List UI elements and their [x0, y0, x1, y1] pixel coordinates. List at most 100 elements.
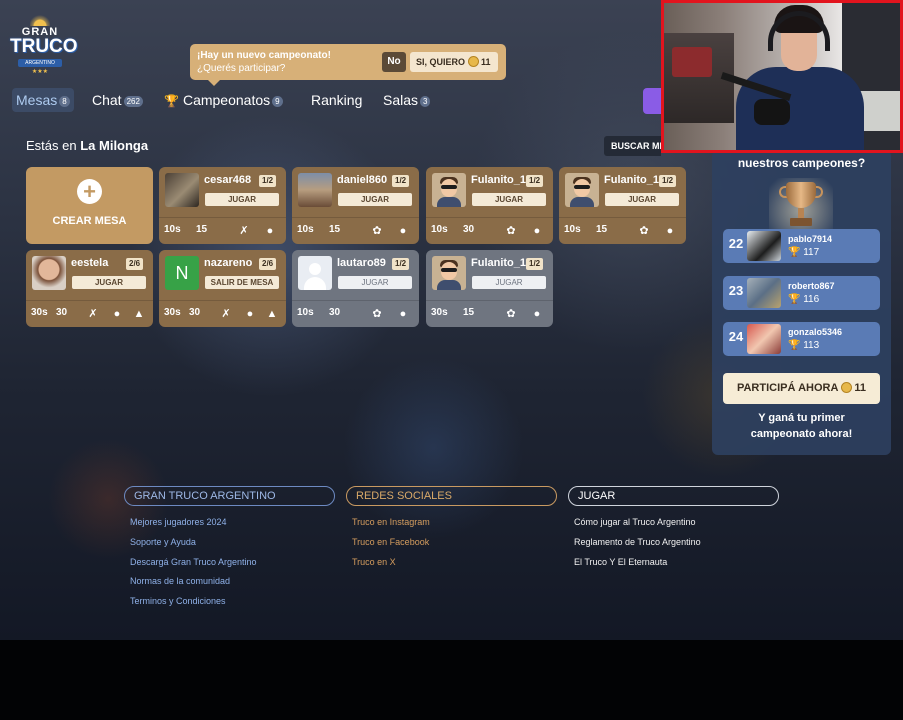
- table-card[interactable]: daniel860 1/2 JUGAR 10s 15 ✿ ●: [292, 167, 419, 244]
- table-card[interactable]: Fulanito_1 1/2 JUGAR 30s 15 ✿ ●: [426, 250, 553, 327]
- tab-chat[interactable]: Chat 262: [92, 88, 143, 112]
- champion-row[interactable]: 22 pablo7914 🏆 117: [723, 229, 880, 263]
- join-button[interactable]: JUGAR: [605, 193, 679, 206]
- create-table-button[interactable]: + CREAR MESA: [26, 167, 153, 244]
- footer-link[interactable]: Mejores jugadores 2024: [130, 517, 227, 527]
- table-card[interactable]: Fulanito_1 1/2 JUGAR 10s 15 ✿ ●: [559, 167, 686, 244]
- leave-table-button[interactable]: SALIR DE MESA: [205, 276, 279, 289]
- chat-bubble-icon: ●: [399, 308, 407, 320]
- tab-salas-label: Salas: [383, 92, 419, 108]
- participate-coins: 11: [854, 382, 867, 394]
- champion-rank: 23: [728, 283, 744, 298]
- player-name: Fulanito_1: [471, 257, 527, 269]
- points-target: 15: [596, 224, 608, 235]
- turn-time: 30s: [31, 307, 48, 318]
- player-name: cesar468: [204, 174, 252, 186]
- player-name: lautaro89: [337, 257, 386, 269]
- join-button[interactable]: JUGAR: [338, 276, 412, 289]
- champion-points: 🏆 117: [788, 247, 820, 258]
- footer-link[interactable]: Soporte y Ayuda: [130, 537, 196, 547]
- boot-icon: ▲: [266, 308, 278, 320]
- tab-salas-badge: 3: [420, 96, 431, 107]
- default-avatar-icon: [298, 256, 332, 290]
- player-count: 1/2: [526, 258, 544, 270]
- player-count: 1/2: [392, 258, 410, 270]
- player-name: nazareno: [204, 257, 253, 269]
- banner-title: ¡Hay un nuevo campeonato!: [197, 50, 331, 61]
- tab-campeonatos[interactable]: 🏆 Campeonatos 9: [164, 88, 283, 112]
- search-table-button[interactable]: BUSCAR MESA: [604, 136, 661, 156]
- tab-ranking-label: Ranking: [311, 92, 363, 108]
- footer-link[interactable]: Cómo jugar al Truco Argentino: [574, 517, 696, 527]
- accept-button[interactable]: SI, QUIERO 11: [410, 52, 498, 72]
- champion-name: gonzalo5346: [788, 327, 843, 337]
- turn-time: 10s: [564, 224, 581, 235]
- app-logo[interactable]: GRAN TRUCO ARGENTINO ★★★: [10, 10, 78, 75]
- footer-link[interactable]: Truco en X: [352, 557, 396, 567]
- table-card[interactable]: cesar468 1/2 JUGAR 10s 15 ✗ ●: [159, 167, 286, 244]
- logo-stars: ★★★: [31, 69, 49, 75]
- tournament-invite-banner: ¡Hay un nuevo campeonato! ¿Querés partic…: [190, 44, 506, 86]
- join-button[interactable]: JUGAR: [472, 276, 546, 289]
- promo-line2: campeonato ahora!: [750, 428, 853, 440]
- trophy-icon: 🏆: [788, 294, 801, 305]
- player-count: 2/6: [126, 258, 144, 270]
- player-name: Fulanito_1: [604, 174, 660, 186]
- flower-icon: ✿: [506, 308, 516, 320]
- table-card[interactable]: Fulanito_1 1/2 JUGAR 10s 30 ✿ ●: [426, 167, 553, 244]
- champion-rank: 24: [728, 329, 744, 344]
- participate-label: PARTICIPÁ AHORA: [736, 382, 839, 394]
- room-name: La Milonga: [80, 138, 149, 153]
- points-target: 15: [196, 224, 208, 235]
- accept-coins: 11: [481, 57, 491, 67]
- player-count: 1/2: [659, 175, 677, 187]
- points-target: 15: [463, 307, 475, 318]
- player-name: daniel860: [337, 174, 388, 186]
- banner-subtitle: ¿Querés participar?: [197, 63, 286, 74]
- table-card[interactable]: lautaro89 1/2 JUGAR 10s 30 ✿ ●: [292, 250, 419, 327]
- footer-link[interactable]: Normas de la comunidad: [130, 576, 230, 586]
- accept-label: SI, QUIERO: [416, 57, 466, 67]
- footer-link[interactable]: Reglamento de Truco Argentino: [574, 537, 701, 547]
- decline-button[interactable]: No: [382, 52, 406, 72]
- participate-now-button[interactable]: PARTICIPÁ AHORA 11: [723, 373, 880, 404]
- tab-salas[interactable]: Salas 3: [383, 88, 431, 112]
- create-table-label: CREAR MESA: [52, 215, 127, 227]
- tab-mesas[interactable]: Mesas 8: [12, 88, 74, 112]
- join-button[interactable]: JUGAR: [72, 276, 146, 289]
- promo-line1: Y ganá tu primer: [758, 412, 845, 424]
- tab-chat-label: Chat: [92, 92, 122, 108]
- tab-ranking[interactable]: Ranking: [311, 88, 362, 112]
- champion-rank: 22: [728, 236, 744, 251]
- champion-avatar: [747, 278, 781, 308]
- champion-row[interactable]: 23 roberto867 🏆 116: [723, 276, 880, 310]
- table-card[interactable]: eestela 2/6 JUGAR 30s 30 ✗ ● ▲: [26, 250, 153, 327]
- player-avatar: [298, 173, 332, 207]
- logo-line2: TRUCO: [10, 36, 78, 57]
- bottom-bar: [0, 640, 903, 720]
- champion-row[interactable]: 24 gonzalo5346 🏆 113: [723, 322, 880, 356]
- footer-link[interactable]: Terminos y Condiciones: [130, 596, 226, 606]
- table-card[interactable]: N nazareno 2/6 SALIR DE MESA 30s 30 ✗ ● …: [159, 250, 286, 327]
- join-button[interactable]: JUGAR: [338, 193, 412, 206]
- join-button[interactable]: JUGAR: [472, 193, 546, 206]
- footer-link[interactable]: Descargá Gran Truco Argentino: [130, 557, 257, 567]
- player-count: 1/2: [259, 175, 277, 187]
- sun-icon: [30, 10, 50, 26]
- player-count: 1/2: [392, 175, 410, 187]
- tab-campeonatos-badge: 9: [272, 96, 283, 107]
- footer-link[interactable]: El Truco Y El Eternauta: [574, 557, 667, 567]
- champion-points: 🏆 116: [788, 294, 820, 305]
- chat-bubble-icon: ●: [533, 225, 541, 237]
- champions-panel: nuestros campeones? 22 pablo7914 🏆 117 2…: [712, 150, 891, 455]
- player-count: 2/6: [259, 258, 277, 270]
- current-room: Estás en La Milonga: [26, 138, 148, 153]
- points-target: 30: [56, 307, 68, 318]
- footer-link[interactable]: Truco en Facebook: [352, 537, 429, 547]
- champion-avatar: [747, 324, 781, 354]
- turn-time: 10s: [431, 224, 448, 235]
- footer-link[interactable]: Truco en Instagram: [352, 517, 430, 527]
- chat-bubble-icon: ●: [266, 225, 274, 237]
- join-button[interactable]: JUGAR: [205, 193, 279, 206]
- profile-button[interactable]: [643, 88, 661, 114]
